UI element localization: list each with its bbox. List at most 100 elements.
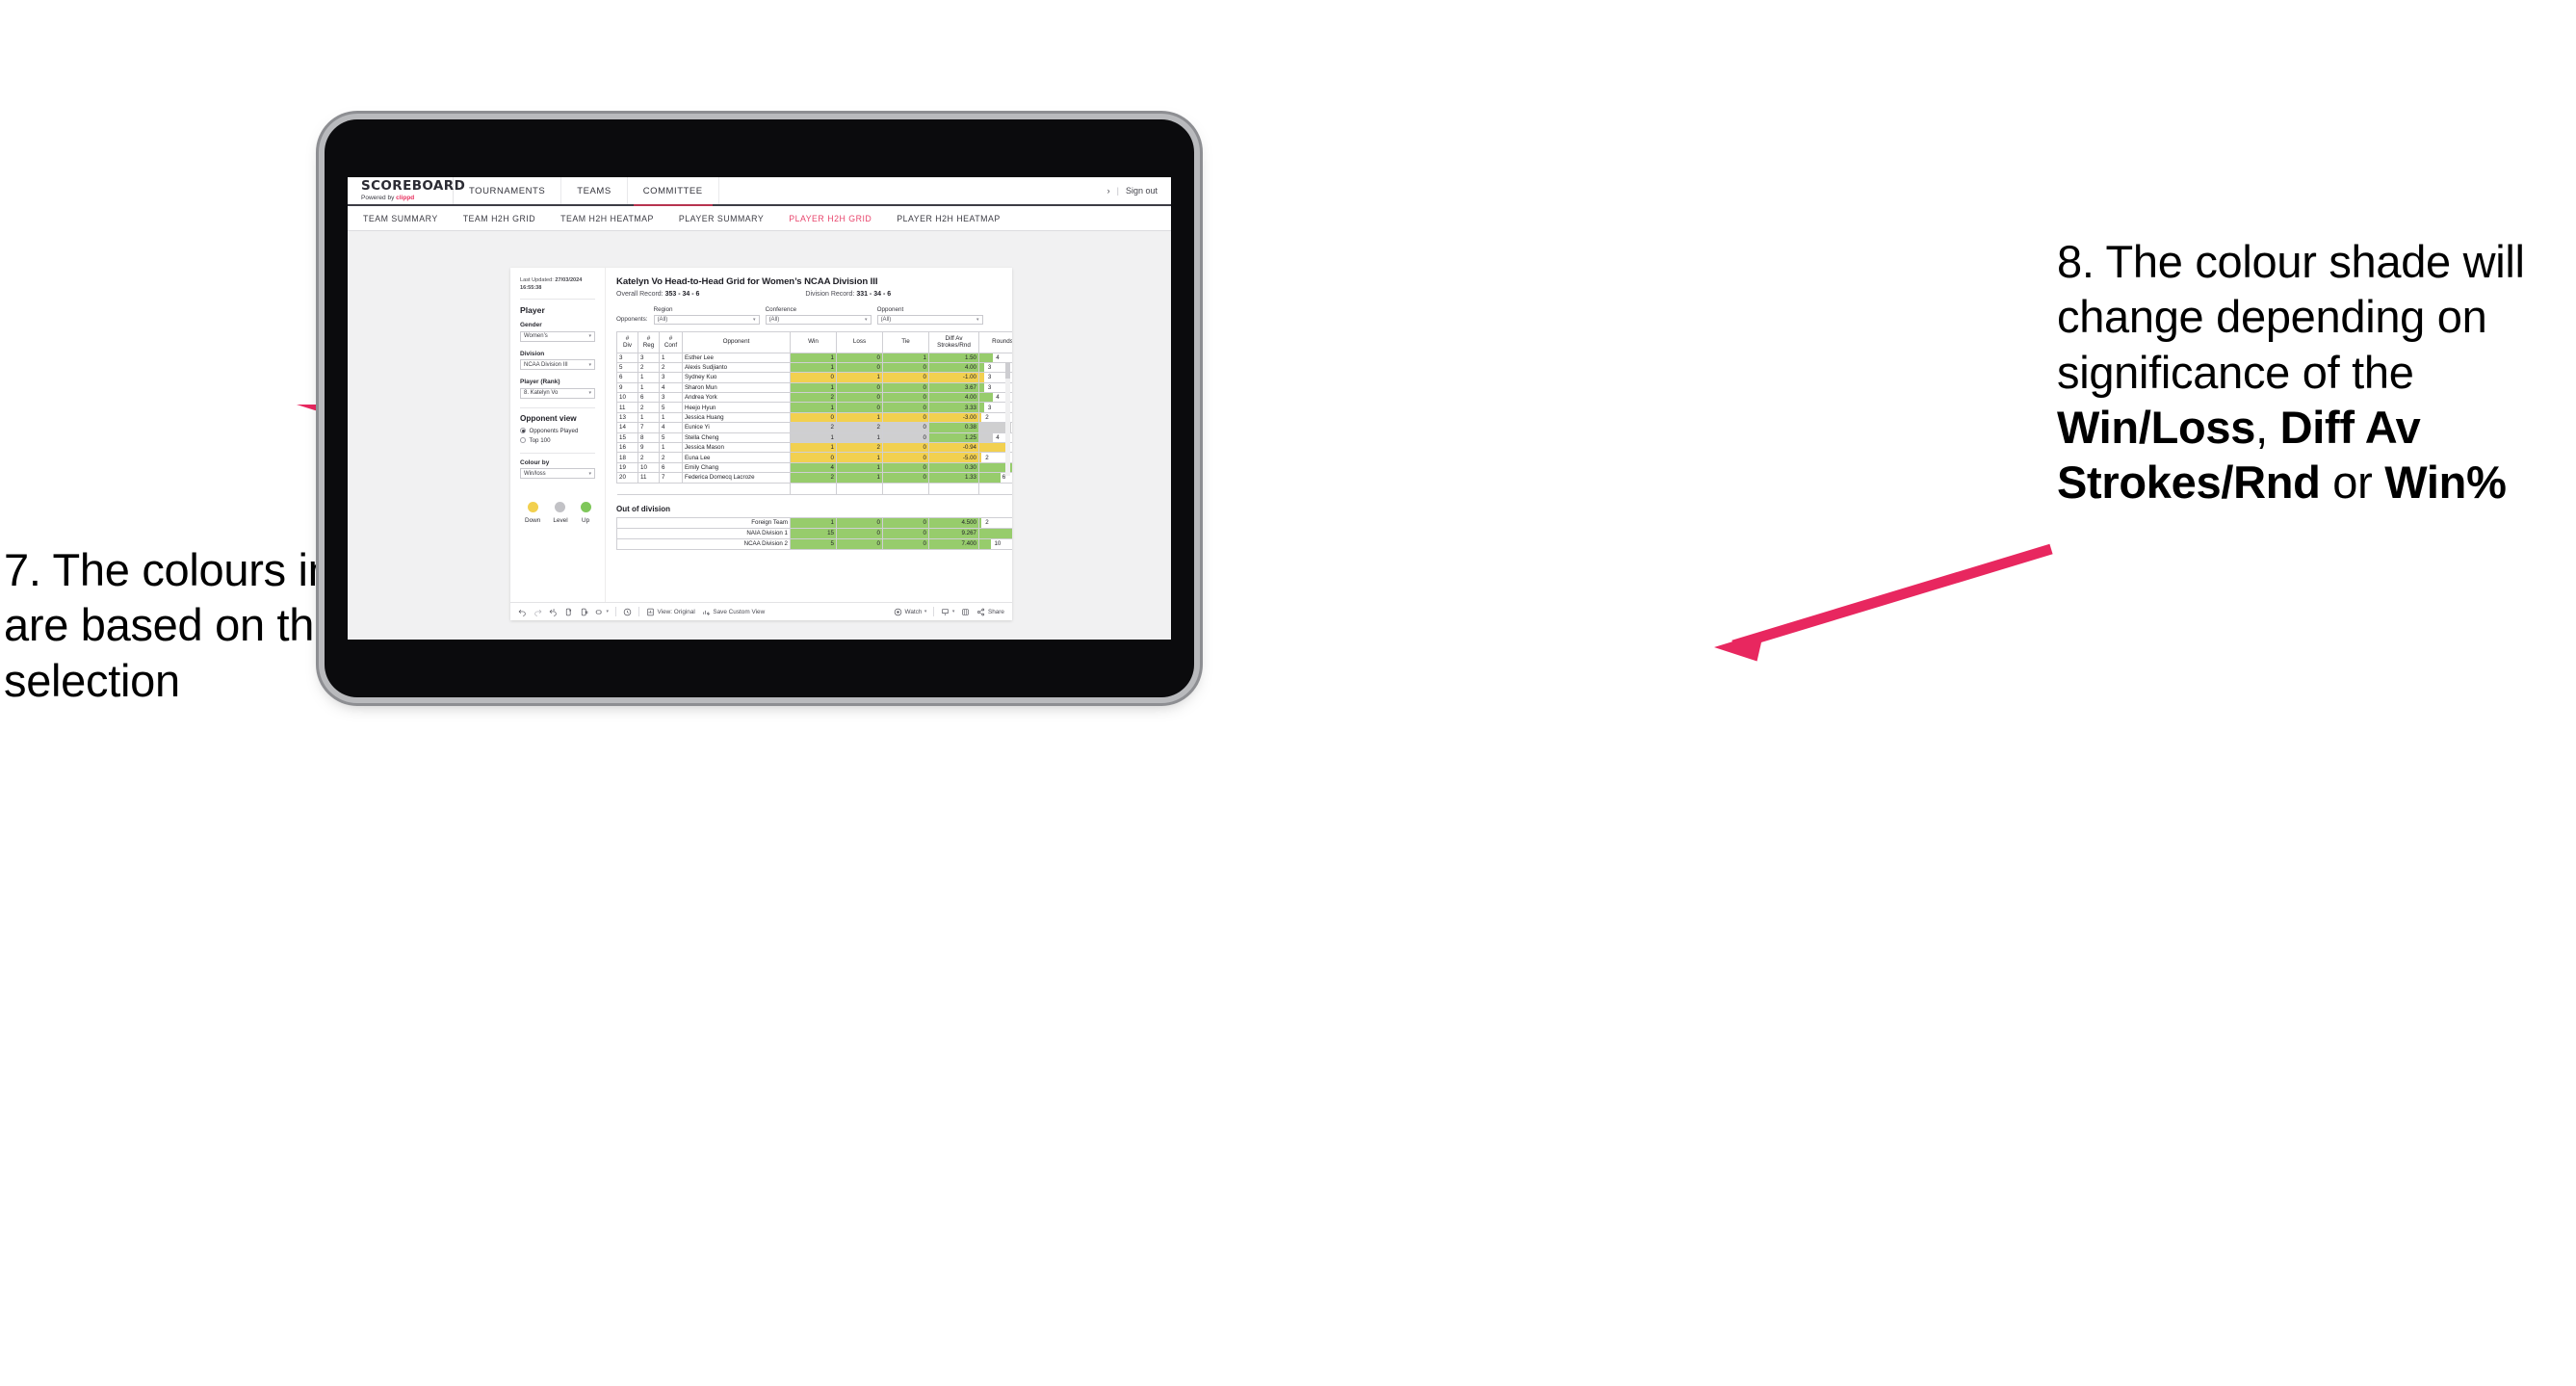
nav-tournaments[interactable]: TOURNAMENTS [454,177,562,204]
col-conf[interactable]: # Conf [659,330,683,353]
table-row[interactable]: 19106Emily Chang4100.3011 [616,461,1012,474]
pause-updates-icon[interactable] [580,608,588,616]
chevron-right-icon[interactable]: › [1107,186,1110,196]
grid-scrollbar[interactable] [1005,362,1010,476]
table-row[interactable]: 11 2 5 Heejo Hyun 1 0 0 3.33 3 [616,402,1012,413]
subnav-item-player-summary[interactable]: PLAYER SUMMARY [679,214,764,223]
undo-icon[interactable] [518,608,527,616]
table-row[interactable]: 13 1 1 Jessica Huang 0 1 0 -3.00 2 [616,411,1012,424]
table-row[interactable]: 15 8 5 Stella Cheng 1 1 0 1.25 4 [616,431,1012,444]
subnav-item-team-h2h-grid[interactable]: TEAM H2H GRID [463,214,535,223]
table-row[interactable]: 1691Jessica Mason120-0.947 [616,441,1012,454]
cell-opponent: Euna Lee [682,452,791,463]
share-button[interactable]: Share [976,608,1004,616]
cell-tie: 0 [882,452,929,463]
cell-win: 15 [790,527,837,539]
gender-select[interactable]: Women’s ▾ [520,330,595,342]
filter-opponent-select[interactable]: (All) ▾ [876,314,983,325]
legend-item-level: Level [553,502,568,524]
col-diff-av[interactable]: Diff Av Strokes/Rnd [928,330,979,353]
revert-icon[interactable] [549,608,558,616]
tablet-device: SCOREBOARD Powered by clippd TOURNAMENTS… [325,119,1194,697]
table-row[interactable]: 1474Eunice Yi2200.389 [616,422,1012,433]
legend-dot-up-icon [580,502,591,513]
cell-conf: 6 [659,461,683,474]
table-row[interactable]: 10 6 3 Andrea York 2 0 0 4.00 4 [616,392,1012,404]
redo-icon[interactable] [533,608,542,616]
save-custom-view-button[interactable]: Save Custom View [702,608,765,616]
legend-label-down: Down [525,517,541,525]
table-row[interactable]: 9 1 4 Sharon Mun 1 0 0 3.67 3 [616,381,1012,394]
table-row[interactable]: NCAA Division 2 5 0 0 7.400 10 [616,537,1012,550]
col-loss[interactable]: Loss [836,330,883,353]
radio-top-100-label: Top 100 [529,436,551,444]
cell-opponent: Esther Lee [682,352,791,363]
colour-legend: Down Level Up [520,487,595,524]
watch-button[interactable]: Watch ▾ [894,608,926,616]
legend-dot-down-icon [527,502,538,513]
device-preview-icon[interactable] [623,608,632,616]
cell-diff: 4.00 [928,392,979,404]
table-row[interactable]: 6 1 3 Sydney Kuo 0 1 0 -1.00 3 [616,372,1012,383]
cell-diff: -0.94 [928,441,979,454]
gender-value: Women’s [524,333,548,340]
division-label: Division [520,350,545,357]
player-rank-select[interactable]: 8. Katelyn Vo ▾ [520,387,595,399]
logo-wordmark: SCOREBOARD [361,178,466,194]
download-caret: ▾ [951,609,955,615]
subnav-item-player-h2h-grid[interactable]: PLAYER H2H GRID [789,214,872,223]
cell-reg: 2 [637,452,660,463]
cell-opponent: Heejo Hyun [682,402,791,413]
col-reg[interactable]: # Reg [637,330,660,353]
toolbar-divider-1 [615,607,617,616]
table-row[interactable]: 5 2 2 Alexis Sudjianto 1 0 0 4.00 3 [616,361,1012,374]
download-icon[interactable]: ▾ [941,608,954,616]
col-rounds[interactable]: Rounds [978,330,1012,353]
annotation-8: 8. The colour shade will change dependin… [2057,234,2576,510]
table-row[interactable]: 3 3 1 Esther Lee 1 0 1 1.50 4 [616,352,1012,363]
subnav-item-team-h2h-heatmap[interactable]: TEAM H2H HEATMAP [560,214,654,223]
col-opponent[interactable]: Opponent [682,330,791,353]
sign-out-link[interactable]: Sign out [1126,186,1158,196]
subnav-item-team-summary[interactable]: TEAM SUMMARY [363,214,438,223]
cell-win: 0 [790,411,837,424]
cell-loss: 0 [836,527,883,539]
cell-div: 20 [616,472,638,484]
sidebar-divider-2 [520,406,595,408]
refresh-data-icon[interactable] [564,608,573,616]
table-row[interactable]: 20 11 7 Federica Domecq Lacroze 2 1 0 1.33 6 [616,472,1012,484]
cell-tie: 0 [882,527,929,539]
division-select[interactable]: NCAA Division III ▾ [520,359,595,371]
cell-reg: 11 [637,472,660,484]
radio-opponents-played[interactable]: Opponents Played [520,428,595,434]
table-row[interactable]: Foreign Team 1 0 0 4.500 2 [616,516,1012,529]
cell-opponent: Jessica Mason [682,441,791,454]
cell-reg: 1 [637,372,660,383]
cell-diff: 1.50 [928,352,979,363]
col-win[interactable]: Win [790,330,837,353]
viz-title: Katelyn Vo Head-to-Head Grid for Women’s… [616,276,878,287]
colour-by-select[interactable]: Win/loss ▾ [520,468,595,480]
nav-committee[interactable]: COMMITTEE [628,177,719,206]
cell-diff: 0.38 [928,422,979,433]
col-div[interactable]: # Div [616,330,638,353]
subnav-item-player-h2h-heatmap[interactable]: PLAYER H2H HEATMAP [897,214,1000,223]
division-value: NCAA Division III [524,361,568,368]
toolbar-divider-2 [638,607,640,616]
view-original-button[interactable]: View: Original [646,608,695,616]
grid-scrollbar-thumb[interactable] [1005,362,1010,379]
table-row[interactable]: 18 2 2 Euna Lee 0 1 0 -5.00 2 [616,452,1012,463]
cell-div: 6 [616,372,638,383]
filter-conference-select[interactable]: (All) ▾ [765,314,872,325]
view-dropdown-icon[interactable]: ▾ [595,608,609,616]
radio-top-100[interactable]: Top 100 [520,437,595,444]
fullscreen-icon[interactable] [961,608,970,616]
view-dropdown-caret: ▾ [606,609,610,615]
brand-logo[interactable]: SCOREBOARD Powered by clippd [348,177,466,204]
cell-reg: 1 [637,381,660,394]
filter-region-select[interactable]: (All) ▾ [653,314,760,325]
nav-teams[interactable]: TEAMS [561,177,628,204]
cell-loss: 2 [836,422,883,433]
table-row[interactable]: NAIA Division 115009.26730 [616,527,1012,539]
col-tie[interactable]: Tie [882,330,929,353]
